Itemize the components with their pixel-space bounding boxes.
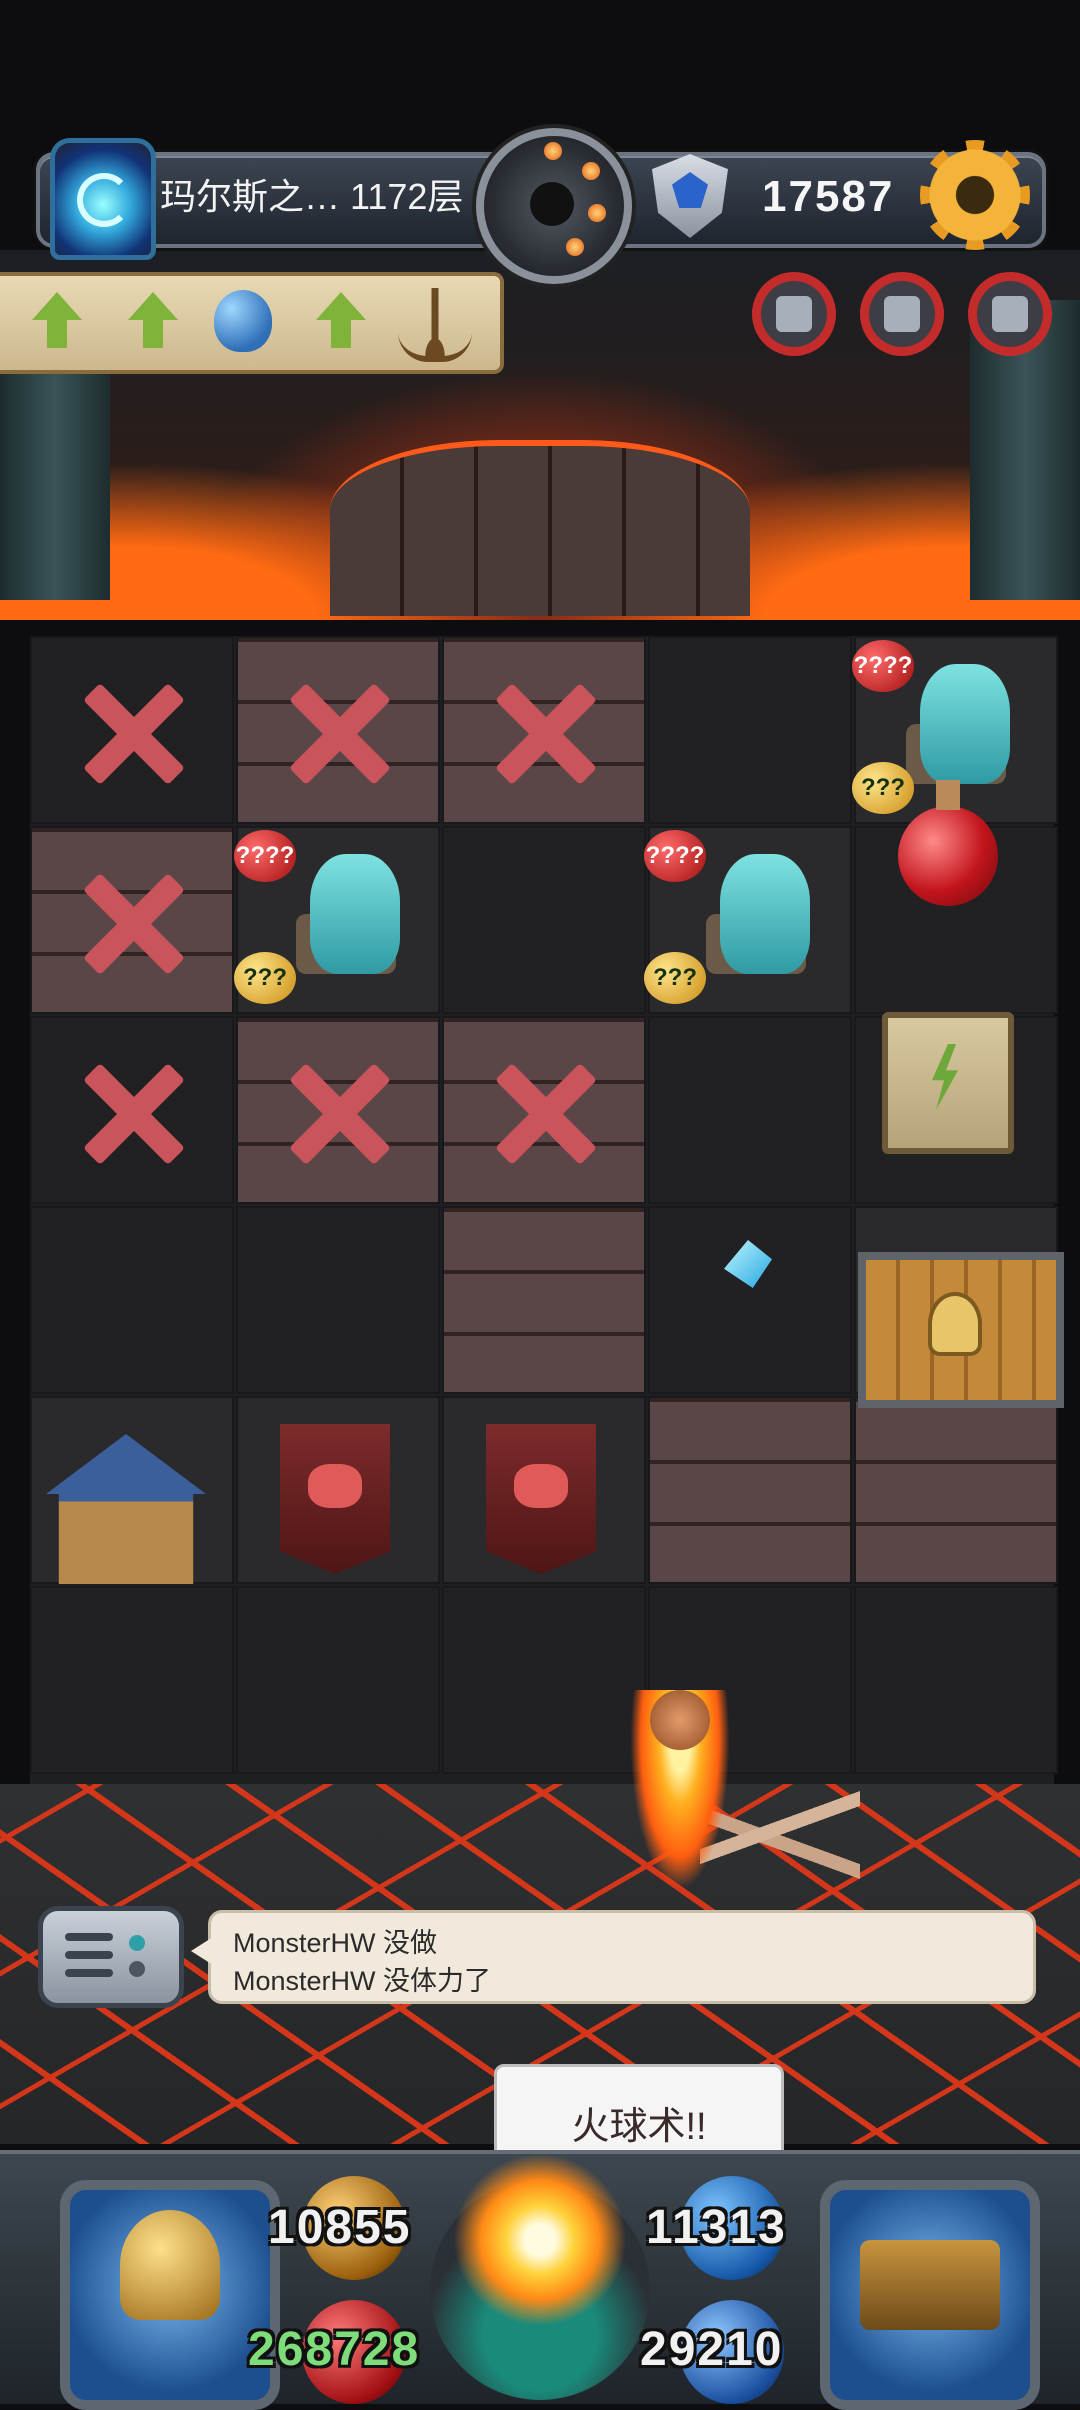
- grid-cell-blocked[interactable]: [30, 826, 234, 1014]
- spellbook-portrait[interactable]: [820, 2180, 1040, 2410]
- chat-button-light: [129, 1935, 145, 1951]
- chat-message: MonsterHW 没体力了: [233, 1966, 492, 1996]
- arrow-up-icon: [316, 292, 366, 348]
- monster-attack-badge: ????: [234, 830, 296, 882]
- grid-cell-empty[interactable]: [236, 1206, 440, 1394]
- monster-body: [720, 854, 810, 974]
- gold-count: 17587: [762, 172, 895, 221]
- grid-cell-blocked[interactable]: [236, 636, 440, 824]
- grid-cell-blocked[interactable]: [442, 1016, 646, 1204]
- gear-icon[interactable]: [920, 140, 1030, 250]
- status-button-3[interactable]: [968, 272, 1052, 356]
- scroll-icon[interactable]: [882, 1012, 1014, 1154]
- bomb-icon[interactable]: [476, 128, 632, 284]
- grid-cell-crystal[interactable]: [648, 1206, 852, 1394]
- bomb-charge: [588, 204, 606, 222]
- grid-cell-covered[interactable]: [442, 1206, 646, 1394]
- banner-icon[interactable]: [486, 1424, 596, 1574]
- spellbook-icon: [860, 2240, 1000, 2330]
- door-icon[interactable]: [858, 1252, 1064, 1408]
- monster-body: [920, 664, 1010, 784]
- arrow-up-icon: [128, 292, 178, 348]
- grid-cell-empty[interactable]: [648, 636, 852, 824]
- bomb-core: [530, 182, 574, 226]
- monster-attack-badge: ????: [644, 830, 706, 882]
- grid-cell-empty[interactable]: [236, 1586, 440, 1774]
- progress-strip[interactable]: [0, 272, 504, 374]
- egg-icon: [214, 290, 272, 352]
- potion-icon[interactable]: [898, 780, 998, 906]
- helmet-icon: [120, 2210, 220, 2320]
- monster-defense-badge: ???: [644, 952, 706, 1004]
- monster-defense-badge: ???: [852, 762, 914, 814]
- monster-defense-badge: ???: [234, 952, 296, 1004]
- banner-icon[interactable]: [280, 1424, 390, 1574]
- bomb-charge: [544, 142, 562, 160]
- attack-value: 10855: [268, 2201, 412, 2254]
- grid-cell-covered[interactable]: [648, 1396, 852, 1584]
- grid-cell-empty[interactable]: [30, 1586, 234, 1774]
- fireball-effect: [630, 1690, 730, 1890]
- grid-cell-empty[interactable]: [442, 826, 646, 1014]
- chat-bubble[interactable]: MonsterHW 没做 MonsterHW 没体力了: [191, 1910, 1036, 2004]
- grid-cell-empty[interactable]: [30, 1206, 234, 1394]
- arrow-up-icon: [32, 292, 82, 348]
- candelabra-icon: [398, 288, 472, 362]
- bomb-charge: [582, 162, 600, 180]
- grid-cell-empty[interactable]: [648, 1016, 852, 1204]
- defense-value: 11313: [646, 2201, 787, 2254]
- portal-icon[interactable]: [50, 138, 156, 260]
- grid-cell-blocked[interactable]: [442, 636, 646, 824]
- grid-cell-covered[interactable]: [854, 1396, 1058, 1584]
- grid-cell-blocked[interactable]: [236, 1016, 440, 1204]
- status-button-1[interactable]: [752, 272, 836, 356]
- arena-floor: [330, 440, 750, 616]
- chat-button-light: [129, 1961, 145, 1977]
- hero-portrait[interactable]: [60, 2180, 280, 2410]
- grid-cell-blocked[interactable]: [30, 1016, 234, 1204]
- chat-message: MonsterHW 没做: [233, 1928, 438, 1958]
- bomb-charge: [566, 238, 584, 256]
- chat-button-line: [65, 1933, 113, 1941]
- grid-cell-empty[interactable]: [442, 1586, 646, 1774]
- monster-body: [310, 854, 400, 974]
- chat-button-line: [65, 1951, 113, 1959]
- grid-cell-empty[interactable]: [854, 1586, 1058, 1774]
- floor-label[interactable]: 玛尔斯之… 1172层: [160, 172, 480, 222]
- monster-attack-badge: ????: [852, 640, 914, 692]
- chat-button-line: [65, 1969, 113, 1977]
- spell-burst-effect: [440, 2120, 640, 2360]
- grid-cell-blocked[interactable]: [30, 636, 234, 824]
- status-button-2[interactable]: [860, 272, 944, 356]
- hp-value: 268728: [248, 2323, 421, 2376]
- mp-value: 29210: [640, 2323, 784, 2376]
- chat-button[interactable]: [38, 1906, 184, 2008]
